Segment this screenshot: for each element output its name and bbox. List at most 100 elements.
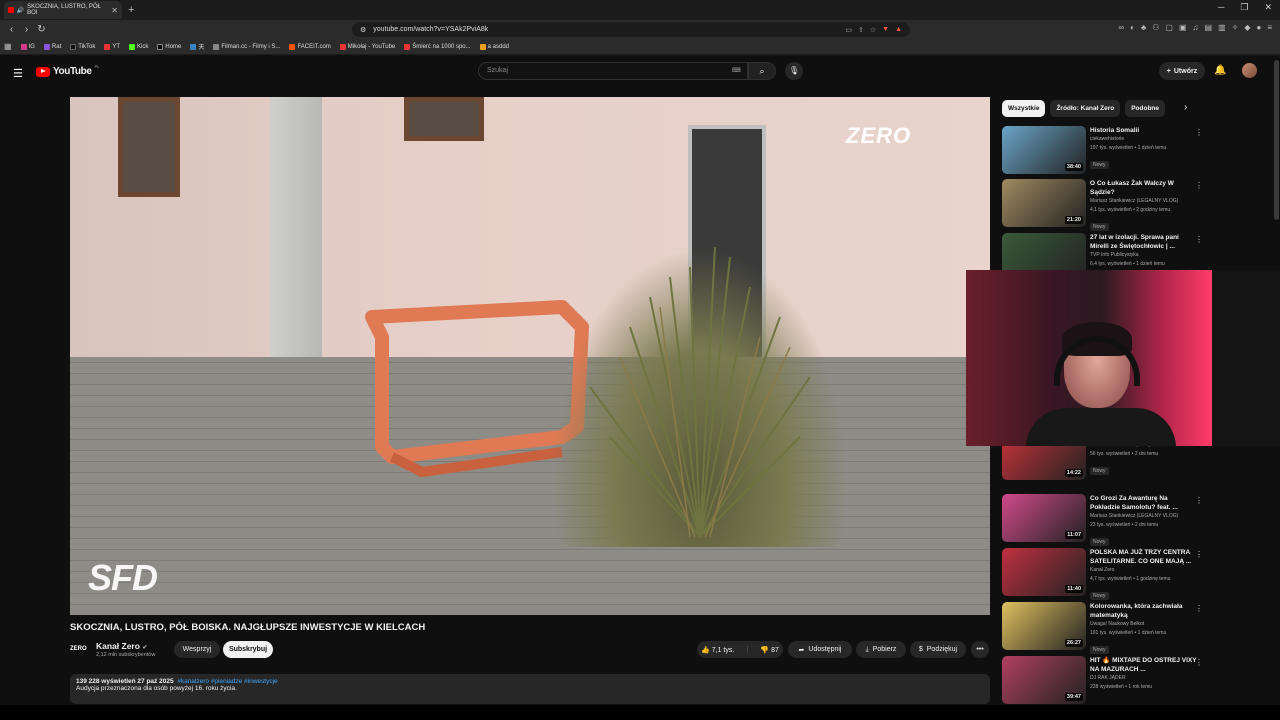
kebab-menu-icon[interactable]: ⋮: [1195, 181, 1203, 190]
chevron-right-icon[interactable]: ›: [1184, 102, 1187, 113]
rewards-icon[interactable]: ▲: [895, 26, 902, 34]
notifications-bell-icon[interactable]: 🔔: [1214, 65, 1226, 76]
bookmark-item[interactable]: Śmierć na 1000 spo...: [404, 43, 471, 50]
kebab-menu-icon[interactable]: ⋮: [1195, 658, 1203, 667]
description-box[interactable]: 139 228 wyświetleń 27 paź 2025 #kanalzer…: [70, 674, 990, 704]
download-button[interactable]: ⤓ Pobierz: [856, 641, 906, 658]
extension-icon[interactable]: ◐: [1130, 23, 1135, 32]
bookmark-item[interactable]: a asddd: [479, 43, 509, 50]
video-thumbnail[interactable]: 39:47: [1002, 656, 1086, 704]
kebab-menu-icon[interactable]: ⋮: [1195, 128, 1203, 137]
extension-icon[interactable]: ♣: [1141, 23, 1146, 32]
window-close-icon[interactable]: ✕: [1264, 2, 1272, 13]
extension-icon[interactable]: ⚇: [1152, 23, 1159, 32]
recommended-title[interactable]: Historia Somalii: [1090, 126, 1198, 135]
youtube-logo[interactable]: YouTube PL: [36, 64, 99, 77]
recommended-channel[interactable]: TVP Info Publicystyka: [1090, 251, 1198, 260]
bookmark-item[interactable]: IG: [20, 43, 35, 50]
bookmark-item[interactable]: Rat: [43, 43, 61, 50]
bookmark-item[interactable]: Filman.cc - Filmy i S...: [213, 43, 280, 50]
profile-icon[interactable]: ●: [1256, 23, 1261, 32]
recommended-video[interactable]: 11:40 POLSKA MA JUŻ TRZY CENTRA SATELITAR…: [1002, 548, 1207, 600]
recommended-title[interactable]: POLSKA MA JUŻ TRZY CENTRA SATELITARNE. C…: [1090, 548, 1198, 566]
video-thumbnail[interactable]: 11:40: [1002, 548, 1086, 596]
wallet-icon[interactable]: ▥: [1218, 23, 1226, 32]
video-player[interactable]: ZERO SFD: [70, 97, 990, 615]
recommended-video[interactable]: 21:20 O Co Łukasz Żak Walczy W Sądzie? Mar…: [1002, 179, 1207, 231]
subscribe-button[interactable]: Subskrybuj: [223, 641, 273, 658]
share-page-icon[interactable]: ⇪: [858, 26, 864, 34]
bookmark-item[interactable]: YT: [104, 43, 120, 50]
video-thumbnail[interactable]: 11:07: [1002, 494, 1086, 542]
channel-name[interactable]: Kanał Zero ✔: [96, 641, 147, 651]
recommended-channel[interactable]: Uwaga! Naukowy Bełkot: [1090, 620, 1198, 629]
bookmark-item[interactable]: 天: [190, 42, 204, 51]
recommended-channel[interactable]: Mariusz Stankiewicz (LEGALNY VLOG): [1090, 197, 1198, 206]
bookmark-item[interactable]: Kick: [129, 43, 148, 50]
maximize-icon[interactable]: ❐: [1240, 2, 1248, 13]
address-bar[interactable]: ⚙ youtube.com/watch?v=YSAk2PviA8k ▭ ⇪ ☆ …: [352, 22, 910, 37]
minimize-icon[interactable]: ─: [1218, 2, 1224, 13]
leo-icon[interactable]: ✧: [1232, 23, 1239, 32]
video-thumbnail[interactable]: 21:20: [1002, 179, 1086, 227]
channel-logo[interactable]: ZERO: [70, 642, 88, 656]
chip-all[interactable]: Wszystkie: [1002, 100, 1046, 117]
tab-close-icon[interactable]: ✕: [111, 6, 118, 15]
video-thumbnail[interactable]: 38:40: [1002, 126, 1086, 174]
chip-source[interactable]: Źródło: Kanał Zero: [1050, 100, 1121, 117]
menu-icon[interactable]: ≡: [1267, 23, 1272, 32]
kebab-menu-icon[interactable]: ⋮: [1195, 604, 1203, 613]
kebab-menu-icon[interactable]: ⋮: [1195, 235, 1203, 244]
install-icon[interactable]: ▭: [845, 26, 852, 34]
extension-icon[interactable]: ∞: [1118, 23, 1124, 32]
recommended-video[interactable]: 38:40 Historia Somalii ciekawehistorie 197 …: [1002, 126, 1207, 176]
recommended-channel[interactable]: Mariusz Stankiewicz (LEGALNY VLOG): [1090, 512, 1198, 521]
reload-icon[interactable]: ↻: [34, 24, 49, 35]
video-thumbnail[interactable]: 26:27: [1002, 602, 1086, 650]
extension-icon[interactable]: ▢: [1165, 23, 1173, 32]
bookmark-item[interactable]: Home: [157, 43, 181, 50]
recommended-channel[interactable]: DJ RAK JĄDER: [1090, 674, 1198, 683]
new-tab-icon[interactable]: +: [128, 4, 134, 16]
apps-grid-icon[interactable]: ▦: [4, 42, 12, 51]
recommended-title[interactable]: HIT 🔥 MIXTAPE DO OSTREJ VIXY NA MAZURACH…: [1090, 656, 1198, 674]
like-button[interactable]: 👍 7,1 tys.: [701, 646, 734, 654]
bookmark-item[interactable]: TikTok: [70, 43, 95, 50]
recommended-title[interactable]: 27 lat w izolacji. Sprawa pani Mirelli z…: [1090, 233, 1198, 251]
scrollbar[interactable]: [1274, 60, 1279, 220]
extension-icon[interactable]: ▣: [1179, 23, 1187, 32]
recommended-channel[interactable]: Kanał Zero: [1090, 566, 1198, 575]
voice-search-button[interactable]: 🎙: [785, 62, 803, 80]
search-input[interactable]: Szukaj: [478, 62, 748, 80]
dislike-button[interactable]: 👎 87: [760, 646, 778, 654]
brave-shield-icon[interactable]: ▼: [882, 26, 889, 34]
recommended-title[interactable]: O Co Łukasz Żak Walczy W Sądzie?: [1090, 179, 1198, 197]
user-avatar[interactable]: [1242, 63, 1257, 78]
star-icon[interactable]: ☆: [870, 26, 876, 34]
recommended-title[interactable]: Co Grozi Za Awanturę Na Pokładzie Samolo…: [1090, 494, 1198, 512]
create-button[interactable]: + Utwórz: [1159, 62, 1205, 80]
recommended-video[interactable]: 39:47 HIT 🔥 MIXTAPE DO OSTREJ VIXY NA MAZ…: [1002, 656, 1207, 706]
bookmark-item[interactable]: FACEIT.com: [289, 43, 331, 50]
more-actions-icon[interactable]: •••: [971, 641, 989, 658]
chip-related[interactable]: Podobne: [1125, 100, 1166, 117]
recommended-video[interactable]: 26:27 Kolorowanka, która zachwiała matema…: [1002, 602, 1207, 654]
recommended-video[interactable]: 11:07 Co Grozi Za Awanturę Na Pokładzie S…: [1002, 494, 1207, 546]
kebab-menu-icon[interactable]: ⋮: [1195, 496, 1203, 505]
url-text[interactable]: youtube.com/watch?v=YSAk2PviA8k: [373, 26, 488, 33]
hashtags[interactable]: #kanalzero #pieniadze #inwestycje: [177, 678, 277, 685]
share-button[interactable]: ➦ Udostępnij: [788, 641, 852, 658]
browser-tab[interactable]: 🔊 SKOCZNIA, LUSTRO, PÓŁ BOI ✕: [4, 1, 122, 19]
bookmark-item[interactable]: Mikołaj - YouTube: [339, 43, 395, 50]
support-button[interactable]: Wesprzyj: [174, 641, 220, 658]
recommended-title[interactable]: Kolorowanka, która zachwiała matematyką: [1090, 602, 1198, 620]
search-button[interactable]: ⌕: [748, 62, 776, 80]
forward-icon[interactable]: ›: [19, 24, 34, 35]
back-icon[interactable]: ‹: [4, 24, 19, 35]
thanks-button[interactable]: $ Podziękuj: [910, 641, 966, 658]
kebab-menu-icon[interactable]: ⋮: [1195, 550, 1203, 559]
site-info-icon[interactable]: ⚙: [360, 26, 366, 34]
hamburger-menu-icon[interactable]: ☰: [13, 67, 23, 80]
recommended-channel[interactable]: ciekawehistorie: [1090, 135, 1198, 144]
sidebar-icon[interactable]: ▤: [1205, 23, 1213, 32]
